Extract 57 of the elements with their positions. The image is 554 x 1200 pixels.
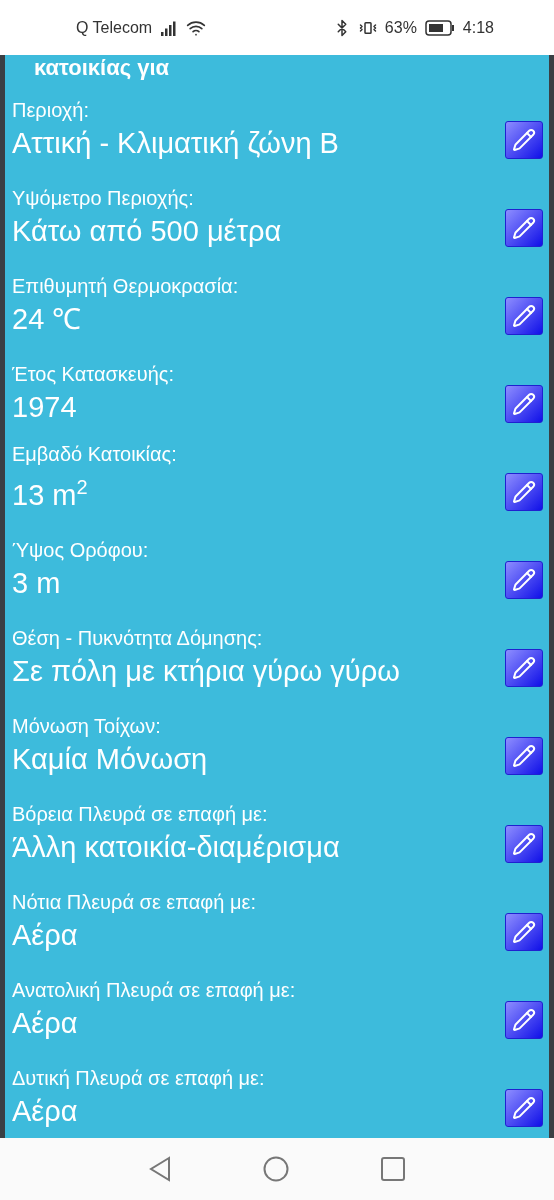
signal-icon [160,19,179,36]
edit-button[interactable] [505,913,543,951]
pencil-icon [512,128,536,152]
field-label: Μόνωση Τοίχων: [12,714,162,739]
pencil-icon [512,1008,536,1032]
battery-icon [424,19,455,36]
edit-button[interactable] [505,561,543,599]
edit-button[interactable] [505,1089,543,1127]
field-value: Αέρα [12,1094,79,1129]
section-title: κατοικίας για [33,55,171,81]
clock-time: 4:18 [462,18,494,37]
pencil-icon [512,920,536,944]
pencil-icon [512,1096,536,1120]
field-label: Περιοχή: [12,98,90,123]
field-label: Ανατολική Πλευρά σε επαφή με: [12,978,296,1003]
field-label: Έτος Κατασκευής: [12,362,174,387]
field-value: 1974 [12,390,78,425]
home-icon[interactable] [263,1156,289,1182]
field-value: 24 ℃ [12,302,83,337]
pencil-icon [512,568,536,592]
field-label: Θέση - Πυκνότητα Δόμησης: [12,626,264,651]
pencil-icon [512,480,536,504]
pencil-icon [512,832,536,856]
field-label: Νότια Πλευρά σε επαφή με: [12,890,256,915]
field-label: Υψόμετρο Περιοχής: [12,186,195,211]
edit-button[interactable] [505,825,543,863]
pencil-icon [512,392,536,416]
field-value: Κάτω από 500 μέτρα [12,214,282,249]
battery-percent: 63% [384,18,417,37]
field-value: 13 m$^{2}$ [12,475,89,513]
pencil-icon [512,656,536,680]
field-value: 3 m [12,566,62,601]
carrier-name: Q Telecom [76,18,153,37]
field-value: Αέρα [12,1006,79,1041]
field-label: Βόρεια Πλευρά σε επαφή με: [12,802,269,827]
pencil-icon [512,744,536,768]
field-value: Αττική - Κλιματική ζώνη Β [12,126,339,161]
field-label: Δυτική Πλευρά σε επαφή με: [12,1066,265,1091]
field-value: Καμία Μόνωση [12,742,208,777]
back-icon[interactable] [149,1156,171,1182]
field-value: Άλλη κατοικία-διαμέρισμα [12,830,340,865]
edit-button[interactable] [505,1001,543,1039]
pencil-icon [512,216,536,240]
field-value: Σε πόλη με κτήρια γύρω γύρω [12,654,400,689]
edit-button[interactable] [505,737,543,775]
pencil-icon [512,304,536,328]
edit-button[interactable] [505,297,543,335]
field-value: Αέρα [12,918,79,953]
field-label: Ύψος Ορόφου: [12,538,149,563]
edit-button[interactable] [505,385,543,423]
edit-button[interactable] [505,209,543,247]
edit-button[interactable] [505,473,543,511]
edit-button[interactable] [505,121,543,159]
recents-icon[interactable] [381,1157,405,1181]
field-label: Εμβαδό Κατοικίας: [12,442,177,468]
edit-button[interactable] [505,649,543,687]
field-label: Επιθυμητή Θερμοκρασία: [12,274,239,299]
